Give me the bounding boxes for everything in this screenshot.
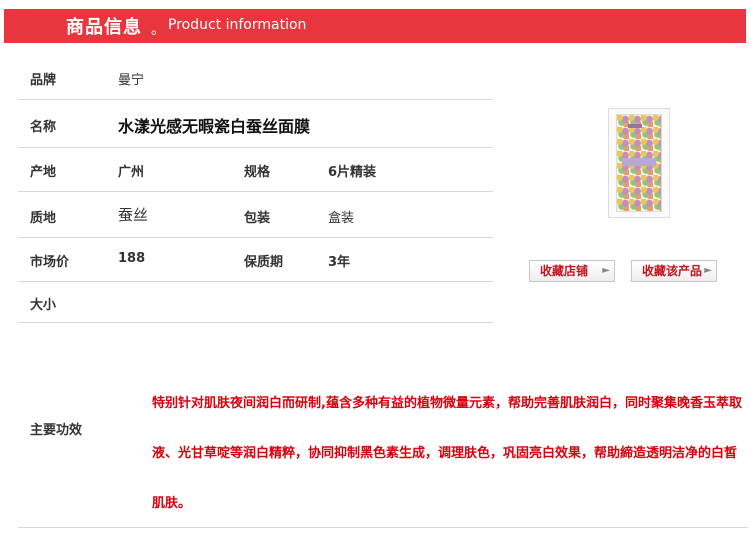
effect-description: 特别针对肌肤夜间润白而研制,蕴含多种有益的植物微量元素，帮助完善肌肤润白，同时聚…	[152, 396, 742, 511]
info-row-size: 大小	[18, 282, 493, 323]
info-row-price: 市场价 188 保质期 3年	[18, 238, 493, 282]
material-label: 质地	[30, 211, 57, 226]
favorite-product-label: 收藏该产品	[642, 264, 703, 278]
price-value: 188	[118, 251, 146, 266]
section-title-en: Product information	[168, 17, 307, 33]
brand-label: 品牌	[30, 73, 57, 88]
brand-value: 曼宁	[118, 73, 145, 88]
favorite-shop-button[interactable]: 收藏店铺 ►	[529, 260, 615, 282]
product-info-table: 品牌 曼宁 名称 水漾光感无暇瓷白蚕丝面膜 产地 广州 规格 6片精装 质地 蚕…	[18, 56, 493, 323]
info-row-brand: 品牌 曼宁	[18, 56, 493, 100]
section-header: 商品信息 。 Product information	[4, 9, 746, 43]
bottom-divider	[18, 527, 748, 528]
favorite-shop-label: 收藏店铺	[540, 264, 589, 278]
material-value: 蚕丝	[118, 206, 149, 224]
effect-label: 主要功效	[30, 423, 83, 438]
title-separator-dot: 。	[151, 22, 165, 38]
product-box-tag	[628, 124, 642, 128]
product-image	[600, 104, 678, 220]
arrow-right-icon: ►	[602, 265, 610, 276]
shelf-life-label: 保质期	[244, 255, 284, 270]
name-label: 名称	[30, 120, 57, 135]
info-row-material: 质地 蚕丝 包装 盒装	[18, 192, 493, 238]
origin-value: 广州	[118, 165, 145, 180]
favorite-product-button[interactable]: 收藏该产品 ►	[631, 260, 717, 282]
price-label: 市场价	[30, 255, 70, 270]
origin-label: 产地	[30, 165, 57, 180]
spec-value: 6片精装	[328, 165, 377, 180]
arrow-right-icon: ►	[704, 265, 712, 276]
product-box-label	[622, 158, 656, 166]
section-title-cn: 商品信息	[66, 17, 142, 38]
info-row-origin: 产地 广州 规格 6片精装	[18, 148, 493, 192]
name-value: 水漾光感无暇瓷白蚕丝面膜	[118, 117, 311, 136]
info-row-name: 名称 水漾光感无暇瓷白蚕丝面膜	[18, 100, 493, 148]
package-label: 包装	[244, 211, 271, 226]
shelf-life-value: 3年	[328, 255, 351, 270]
size-label: 大小	[30, 298, 57, 313]
package-value: 盒装	[328, 211, 355, 226]
spec-label: 规格	[244, 165, 271, 180]
